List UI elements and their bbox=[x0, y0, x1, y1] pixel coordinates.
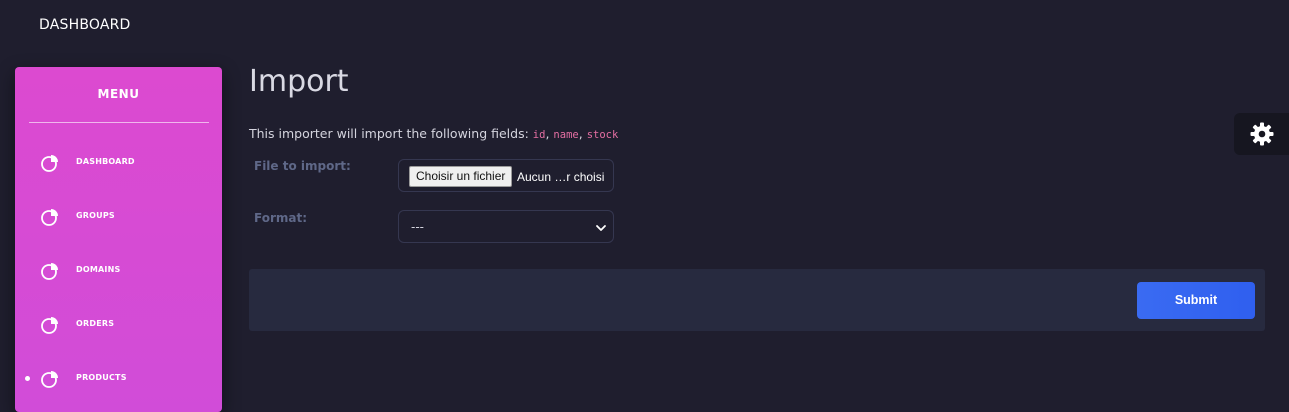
field-separator: , bbox=[578, 126, 583, 141]
page-title: Import bbox=[249, 64, 349, 99]
sidebar-item-label: DOMAINS bbox=[76, 265, 121, 274]
sidebar-item-domains[interactable]: DOMAINS bbox=[15, 251, 222, 291]
format-select-value: --- bbox=[411, 220, 424, 234]
field-code: name bbox=[553, 129, 579, 141]
sidebar: MENU DASHBOARD GROUPS DOMAINS ORDERS PRO… bbox=[15, 67, 222, 412]
choose-file-button[interactable]: Choisir un fichier bbox=[409, 166, 513, 187]
submit-button[interactable]: Submit bbox=[1137, 282, 1255, 319]
form-actions: Submit bbox=[249, 269, 1265, 331]
menu-title: MENU bbox=[97, 87, 140, 101]
format-select[interactable]: --- bbox=[398, 210, 614, 243]
sidebar-item-label: ORDERS bbox=[76, 319, 115, 328]
active-indicator bbox=[25, 376, 30, 381]
field-code: stock bbox=[586, 129, 619, 141]
sidebar-item-groups[interactable]: GROUPS bbox=[15, 197, 222, 237]
pie-chart-icon bbox=[41, 263, 58, 280]
intro-text: This importer will import the following … bbox=[249, 126, 618, 141]
pie-chart-icon bbox=[41, 371, 58, 388]
format-label: Format: bbox=[254, 211, 308, 225]
file-status: Aucun …r choisi bbox=[517, 170, 605, 184]
top-bar: DASHBOARD bbox=[0, 0, 1289, 52]
field-separator: , bbox=[545, 126, 550, 141]
pie-chart-icon bbox=[41, 155, 58, 172]
menu-divider bbox=[29, 122, 209, 123]
intro-label: This importer will import the following … bbox=[249, 126, 529, 141]
sidebar-item-dashboard[interactable]: DASHBOARD bbox=[15, 143, 222, 183]
sidebar-item-products[interactable]: PRODUCTS bbox=[15, 359, 222, 399]
settings-toggle[interactable] bbox=[1234, 113, 1289, 155]
sidebar-item-label: PRODUCTS bbox=[76, 373, 127, 382]
field-code: id bbox=[532, 129, 546, 141]
gear-icon bbox=[1250, 122, 1274, 146]
file-input[interactable]: Choisir un fichier Aucun …r choisi bbox=[398, 159, 614, 192]
chevron-down-icon bbox=[596, 225, 606, 231]
sidebar-item-orders[interactable]: ORDERS bbox=[15, 305, 222, 345]
sidebar-item-label: DASHBOARD bbox=[76, 157, 135, 166]
file-label: File to import: bbox=[254, 159, 351, 173]
brand-title[interactable]: DASHBOARD bbox=[39, 17, 131, 33]
sidebar-item-label: GROUPS bbox=[76, 211, 115, 220]
pie-chart-icon bbox=[41, 317, 58, 334]
pie-chart-icon bbox=[41, 209, 58, 226]
